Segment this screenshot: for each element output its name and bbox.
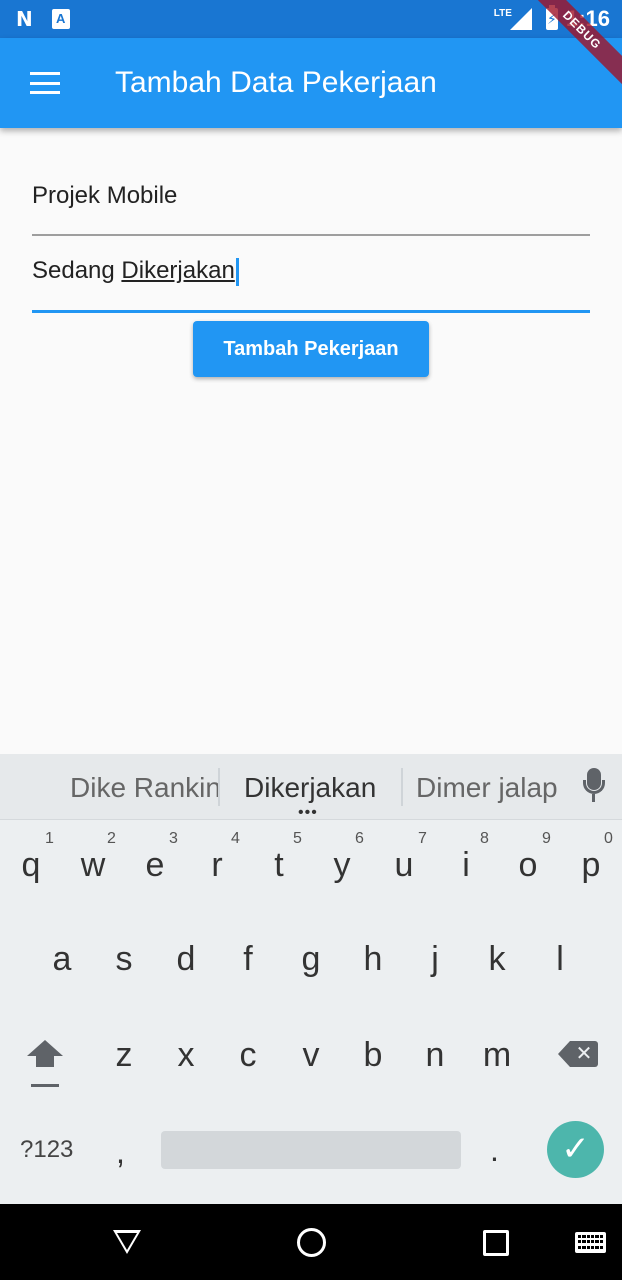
key-e[interactable]: e [130,846,180,885]
hamburger-menu-icon[interactable] [30,72,60,94]
project-name-field[interactable]: Projek Mobile [32,180,590,236]
key-g[interactable]: g [286,940,336,979]
lte-label: LTE [493,7,512,19]
key-r[interactable]: r [192,846,242,885]
suggestion-2[interactable]: Dikerjakan [244,772,376,804]
status-value: Sedang Dikerjakan [32,257,239,286]
key-i[interactable]: i [441,846,491,885]
key-u[interactable]: u [379,846,429,885]
more-suggestions-icon[interactable]: ••• [298,805,318,821]
debug-banner: DEBUG [532,0,622,90]
back-triangle-icon[interactable] [113,1230,141,1254]
symbols-key[interactable]: ?123 [20,1136,73,1164]
navigation-bar [0,1204,622,1280]
composing-word: Dikerjakan [121,257,235,284]
key-c[interactable]: c [223,1036,273,1075]
key-h[interactable]: h [348,940,398,979]
key-t[interactable]: t [254,846,304,885]
app-bar: Tambah Data Pekerjaan [0,38,622,128]
recents-square-icon[interactable] [483,1230,509,1256]
key-p[interactable]: p [566,846,616,885]
signal-icon [509,8,532,30]
key-a[interactable]: a [37,940,87,979]
key-d[interactable]: d [161,940,211,979]
status-field[interactable]: Sedang Dikerjakan [32,255,590,313]
key-q[interactable]: q [6,846,56,885]
project-name-value: Projek Mobile [32,182,178,209]
key-f[interactable]: f [223,940,273,979]
suggestion-divider [401,768,403,806]
period-key[interactable]: . [490,1132,499,1169]
key-x[interactable]: x [161,1036,211,1075]
key-z[interactable]: z [99,1036,149,1075]
text-cursor [235,257,239,286]
a-notification-icon: A [51,9,70,29]
key-s[interactable]: s [99,940,149,979]
key-b[interactable]: b [348,1036,398,1075]
suggestion-bar: Dike Rankin Dikerjakan Dimer jalap ••• [0,754,622,821]
shift-key-icon[interactable] [25,1040,65,1090]
key-o[interactable]: o [503,846,553,885]
space-key[interactable] [161,1131,461,1169]
enter-check-icon[interactable]: ✓ [547,1121,604,1178]
add-job-button[interactable]: Tambah Pekerjaan [193,321,429,377]
suggestion-divider [218,768,220,806]
n-logo-icon: N [16,7,33,31]
key-w[interactable]: w [68,846,118,885]
comma-key[interactable]: , [116,1134,125,1171]
key-y[interactable]: y [317,846,367,885]
home-circle-icon[interactable] [297,1228,326,1257]
status-bar: N A LTE ⚡ 1:16 [0,0,622,38]
backspace-key-icon[interactable]: ✕ [558,1041,598,1067]
key-m[interactable]: m [472,1036,522,1075]
key-n[interactable]: n [410,1036,460,1075]
key-v[interactable]: v [286,1036,336,1075]
key-l[interactable]: l [535,940,585,979]
page-title: Tambah Data Pekerjaan [115,66,437,99]
microphone-icon[interactable] [581,768,607,804]
suggestion-1[interactable]: Dike Rankin [70,772,221,804]
keyboard-switch-icon[interactable] [575,1232,606,1253]
key-k[interactable]: k [472,940,522,979]
key-j[interactable]: j [410,940,460,979]
suggestion-3[interactable]: Dimer jalap [416,772,558,804]
